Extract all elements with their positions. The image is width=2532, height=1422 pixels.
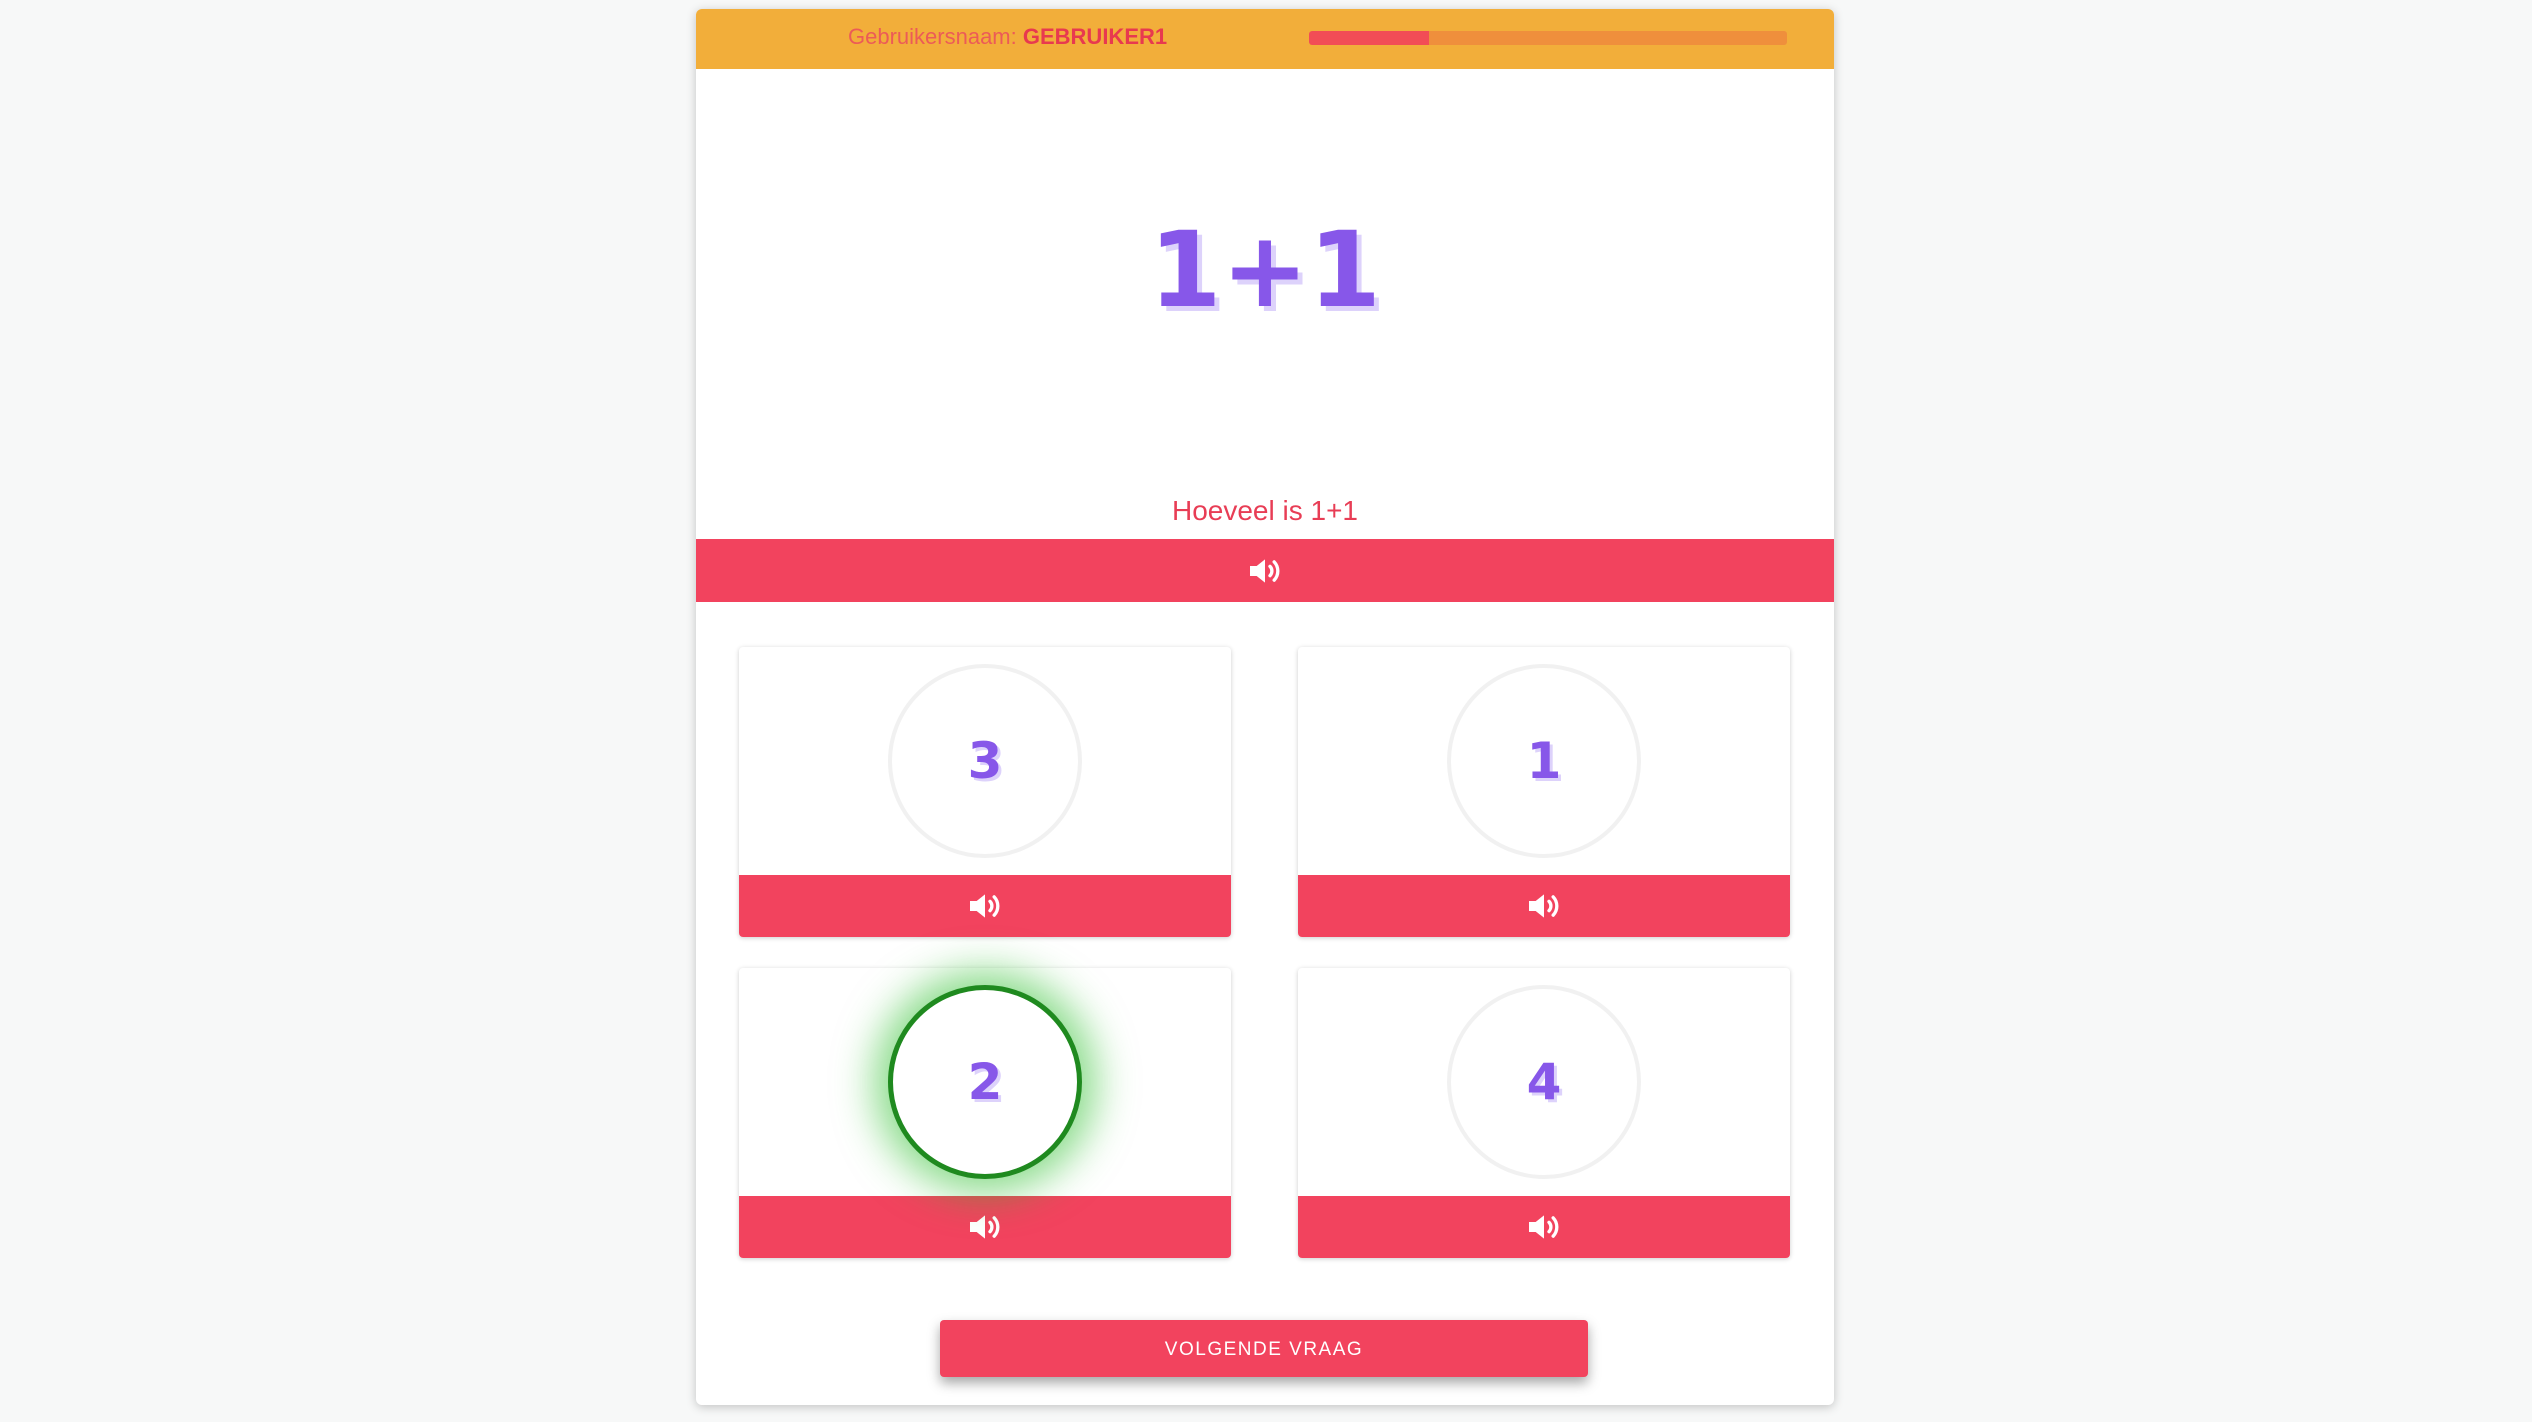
progress-fill bbox=[1309, 31, 1429, 45]
quiz-card: Gebruikersnaam: GEBRUIKER1 1+1 Hoeveel i… bbox=[696, 9, 1834, 1405]
username-display: Gebruikersnaam: GEBRUIKER1 bbox=[848, 24, 1167, 50]
speaker-icon bbox=[970, 894, 1000, 918]
question-expression: 1+1 bbox=[1149, 209, 1381, 331]
next-question-button[interactable]: VOLGENDE VRAAG bbox=[940, 1320, 1588, 1377]
speaker-icon bbox=[1250, 558, 1280, 583]
speaker-icon bbox=[1529, 894, 1559, 918]
question-prompt: Hoeveel is 1+1 bbox=[1171, 495, 1358, 526]
username-label: Gebruikersnaam: bbox=[848, 24, 1017, 49]
answer-card-4[interactable]: 4 bbox=[1298, 968, 1790, 1258]
answer-card-3[interactable]: 2 bbox=[739, 968, 1231, 1258]
answer-audio-button[interactable] bbox=[739, 1196, 1231, 1258]
answer-audio-button[interactable] bbox=[739, 875, 1231, 937]
answer-value: 4 bbox=[1526, 1053, 1562, 1111]
progress-bar bbox=[1309, 31, 1787, 45]
answer-card-1[interactable]: 3 bbox=[739, 647, 1231, 937]
answer-value: 1 bbox=[1526, 732, 1562, 790]
answer-circle-selected[interactable]: 2 bbox=[888, 985, 1082, 1179]
answer-value: 2 bbox=[967, 1053, 1003, 1111]
username-value: GEBRUIKER1 bbox=[1022, 24, 1168, 49]
answer-audio-button[interactable] bbox=[1298, 875, 1790, 937]
answer-audio-button[interactable] bbox=[1298, 1196, 1790, 1258]
top-bar: Gebruikersnaam: GEBRUIKER1 bbox=[696, 9, 1834, 69]
answer-card-2[interactable]: 1 bbox=[1298, 647, 1790, 937]
answer-circle[interactable]: 3 bbox=[888, 664, 1082, 858]
speaker-icon bbox=[970, 1215, 1000, 1239]
answer-value: 3 bbox=[967, 732, 1003, 790]
answer-circle[interactable]: 4 bbox=[1447, 985, 1641, 1179]
answer-circle[interactable]: 1 bbox=[1447, 664, 1641, 858]
speaker-icon bbox=[1529, 1215, 1559, 1239]
question-audio-button[interactable] bbox=[696, 539, 1834, 602]
